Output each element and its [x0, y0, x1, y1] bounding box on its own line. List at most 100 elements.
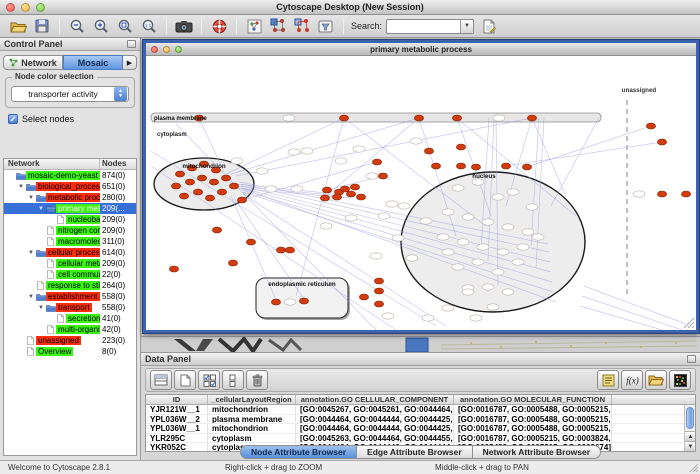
- network-edge[interactable]: [584, 286, 686, 324]
- tree-row[interactable]: cellular metabo209(0): [4, 258, 136, 269]
- tab-overflow-button[interactable]: ▶: [123, 55, 137, 70]
- table-row[interactable]: YPL036W__1mitochondrion[GO:0044464, GO:0…: [146, 424, 695, 434]
- tree-row[interactable]: multi-organism pro42(0): [4, 324, 136, 335]
- tree-row[interactable]: ▼cellular process614(0): [4, 247, 136, 258]
- network-node[interactable]: [320, 195, 329, 201]
- network-node[interactable]: [197, 175, 206, 181]
- tab-mosaic[interactable]: Mosaic: [63, 55, 123, 70]
- network-node[interactable]: [657, 139, 666, 145]
- table-row[interactable]: YPL036W__2plasma membrane[GO:0044464, GO…: [146, 415, 695, 425]
- zoom-fit-button[interactable]: 1:1: [138, 17, 160, 36]
- help-button[interactable]: [208, 17, 230, 36]
- table-column-header[interactable]: annotation.GO MOLECULAR_FUNCTION: [454, 395, 612, 404]
- network-node[interactable]: [527, 115, 536, 121]
- snapshot-button[interactable]: [173, 17, 195, 36]
- search-input[interactable]: ▼: [386, 19, 474, 34]
- network-edge[interactable]: [296, 118, 344, 296]
- network-node[interactable]: [657, 191, 666, 197]
- network-node[interactable]: [169, 266, 178, 272]
- tree-row[interactable]: ▼transport558(0): [4, 302, 136, 313]
- expand-triangle-icon[interactable]: ▼: [37, 305, 45, 311]
- tree-row[interactable]: ▼biological_process651(0): [4, 181, 136, 192]
- expand-triangle-icon[interactable]: ▼: [37, 206, 45, 212]
- network-node[interactable]: [350, 184, 359, 190]
- expand-triangle-icon[interactable]: ▼: [17, 184, 25, 190]
- node-color-dropdown[interactable]: transporter activity ▲▼: [11, 86, 129, 102]
- new-attribute-button[interactable]: [174, 370, 196, 390]
- network-node[interactable]: [209, 179, 218, 185]
- expand-triangle-icon[interactable]: ▼: [27, 195, 35, 201]
- tab-network-attribute-browser[interactable]: Network Attribute Browser: [473, 445, 601, 459]
- network-node[interactable]: [452, 115, 461, 121]
- network-node[interactable]: [322, 187, 331, 193]
- vizmapper-edge-button[interactable]: [291, 17, 313, 36]
- tree-row[interactable]: nitrogen compo209(0): [4, 225, 136, 236]
- tree-row[interactable]: response to stimulu264(0): [4, 280, 136, 291]
- network-node[interactable]: [237, 197, 246, 203]
- tree-row[interactable]: ▼metabolic process280(0): [4, 192, 136, 203]
- tree-row[interactable]: unassigned223(0): [4, 335, 136, 346]
- network-node[interactable]: [228, 260, 237, 266]
- network-node[interactable]: [171, 183, 180, 189]
- network-node[interactable]: [185, 179, 194, 185]
- network-node[interactable]: [456, 163, 465, 169]
- network-node[interactable]: [271, 299, 280, 305]
- zoom-selected-button[interactable]: [114, 17, 136, 36]
- matrix-view-button[interactable]: [669, 370, 691, 390]
- network-node[interactable]: [372, 159, 381, 165]
- network-canvas[interactable]: plasma membranecytoplasmmitochondrionnuc…: [146, 56, 696, 330]
- network-edge[interactable]: [580, 306, 690, 330]
- network-edge[interactable]: [226, 118, 344, 174]
- network-node[interactable]: [193, 189, 202, 195]
- network-node[interactable]: [246, 239, 255, 245]
- network-view-window[interactable]: primary metabolic process plasma membran…: [143, 40, 699, 333]
- network-node[interactable]: [471, 164, 480, 170]
- network-node[interactable]: [179, 193, 188, 199]
- network-node[interactable]: [217, 189, 226, 195]
- vizmapper-node-button[interactable]: [267, 17, 289, 36]
- nucleus-region[interactable]: [401, 172, 585, 312]
- network-node[interactable]: [221, 175, 230, 181]
- tree-row[interactable]: secretion41(0): [4, 313, 136, 324]
- network-node[interactable]: [374, 288, 383, 294]
- scrollbar-thumb[interactable]: [686, 407, 694, 429]
- network-edge[interactable]: [582, 296, 688, 330]
- network-node[interactable]: [339, 115, 348, 121]
- table-row[interactable]: YJR121W__1mitochondrion[GO:0045267, GO:0…: [146, 405, 695, 415]
- attribute-table-mode-button[interactable]: [150, 370, 172, 390]
- network-node[interactable]: [299, 298, 308, 304]
- select-attributes-button[interactable]: [198, 370, 220, 390]
- search-dropdown-arrow-icon[interactable]: ▼: [460, 20, 473, 33]
- network-node[interactable]: [374, 278, 383, 284]
- tree-row[interactable]: mosaic-demo-yeast874(0): [4, 170, 136, 181]
- tree-row[interactable]: nucleobase-209(0): [4, 214, 136, 225]
- tree-row[interactable]: ▼establishment of lo558(0): [4, 291, 136, 302]
- network-node[interactable]: [229, 183, 238, 189]
- network-window-titlebar[interactable]: primary metabolic process: [146, 43, 696, 56]
- float-panel-icon[interactable]: [687, 355, 696, 363]
- attribute-list-button[interactable]: [597, 370, 619, 390]
- import-attributes-button[interactable]: [645, 370, 667, 390]
- canvas-resize-grip[interactable]: [684, 318, 694, 328]
- tab-edge-attribute-browser[interactable]: Edge Attribute Browser: [357, 445, 473, 459]
- save-session-button[interactable]: [31, 17, 53, 36]
- network-node[interactable]: [456, 144, 465, 150]
- tree-row[interactable]: cell communicat22(0): [4, 269, 136, 280]
- expand-triangle-icon[interactable]: ▼: [27, 294, 35, 300]
- network-node[interactable]: [276, 247, 285, 253]
- network-node[interactable]: [356, 194, 365, 200]
- table-column-header[interactable]: annotation.GO CELLULAR_COMPONENT: [296, 395, 454, 404]
- network-node[interactable]: [501, 163, 510, 169]
- network-node[interactable]: [378, 173, 387, 179]
- tree-row[interactable]: ▼primary metabo209(...: [4, 203, 136, 214]
- tree-column-nodes[interactable]: Nodes: [100, 159, 136, 169]
- table-row[interactable]: YLR295Ccytoplasm[GO:0045263, GO:0044464,…: [146, 434, 695, 444]
- tab-node-attribute-browser[interactable]: Node Attribute Browser: [240, 445, 357, 459]
- table-column-header[interactable]: _cellularLayoutRegion: [208, 395, 296, 404]
- expand-triangle-icon[interactable]: ▼: [27, 250, 35, 256]
- network-node[interactable]: [212, 227, 221, 233]
- select-nodes-checkbox[interactable]: ✓: [8, 114, 18, 124]
- tree-row[interactable]: Overview8(0): [4, 346, 136, 357]
- filter-button[interactable]: [315, 17, 337, 36]
- network-edge[interactable]: [551, 118, 599, 206]
